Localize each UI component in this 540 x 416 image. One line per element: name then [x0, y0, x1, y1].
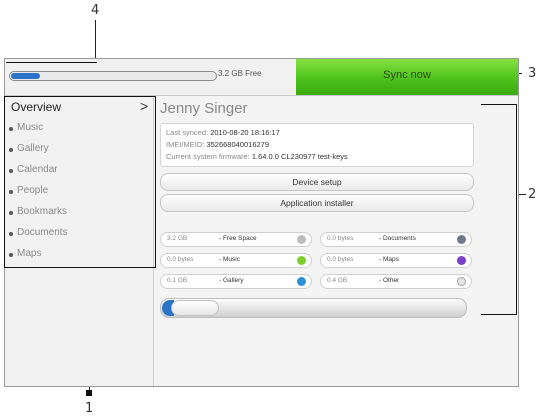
callout-dot-1 — [86, 390, 92, 396]
storage-item-label: - Other — [379, 277, 400, 284]
color-dot-icon — [297, 277, 306, 286]
storage-item-free-space: 3.2 GB - Free Space — [160, 232, 312, 247]
firmware-value: 1.64.0.0 CL230977 test-keys — [251, 152, 348, 161]
storage-item-size: 0.1 GB — [167, 277, 188, 284]
storage-item-size: 0.0 bytes — [327, 256, 354, 263]
device-setup-button[interactable]: Device setup — [160, 173, 474, 191]
total-storage-bar — [160, 298, 467, 318]
application-installer-button[interactable]: Application installer — [160, 194, 474, 212]
storage-item-label: - Music — [219, 256, 240, 263]
color-dot-icon — [457, 256, 466, 265]
callout-number-1: 1 — [85, 401, 94, 416]
last-synced-value: 2010-08-20 18:16:17 — [210, 128, 280, 137]
highlight-box-storage-bar — [6, 62, 97, 86]
storage-free-text: 3.2 GB Free — [218, 69, 262, 78]
device-info-box: Last synced: 2010-08-20 18:16:17 IMEI/ME… — [160, 123, 474, 167]
storage-item-size: 0.0 bytes — [327, 235, 354, 242]
highlight-box-sidebar — [4, 96, 156, 268]
sync-now-label: Sync now — [383, 69, 431, 81]
storage-item-maps: 0.0 bytes - Maps — [320, 253, 472, 268]
storage-item-size: 0.4 GB — [327, 277, 348, 284]
firmware-row: Current system firmware: 1.64.0.0 CL2309… — [166, 152, 348, 161]
storage-item-other: 0.4 GB - Other — [320, 274, 472, 289]
storage-item-gallery: 0.1 GB - Gallery — [160, 274, 312, 289]
callout-number-3: 3 — [528, 66, 537, 81]
storage-item-documents: 0.0 bytes - Documents — [320, 232, 472, 247]
callout-number-2: 2 — [528, 187, 537, 202]
firmware-label: Current system firmware: — [166, 152, 250, 161]
imei-value: 352668040016279 — [206, 140, 270, 149]
storage-item-label: - Maps — [379, 256, 399, 263]
total-storage-bar-knob — [171, 300, 219, 316]
color-dot-icon — [297, 235, 306, 244]
storage-item-size: 3.2 GB — [167, 235, 188, 242]
device-name: Jenny Singer — [160, 100, 248, 117]
storage-item-size: 0.0 bytes — [167, 256, 194, 263]
color-dot-icon — [297, 256, 306, 265]
highlight-box-overview-panel — [481, 104, 517, 315]
color-dot-icon — [457, 277, 466, 286]
storage-item-label: - Gallery — [219, 277, 244, 284]
imei-row: IMEI/MEID: 352668040016279 — [166, 140, 269, 149]
storage-item-label: - Documents — [379, 235, 416, 242]
sync-now-button[interactable]: Sync now — [296, 59, 518, 95]
last-synced-row: Last synced: 2010-08-20 18:16:17 — [166, 128, 280, 137]
last-synced-label: Last synced: — [166, 128, 209, 137]
color-dot-icon — [457, 235, 466, 244]
imei-label: IMEI/MEID: — [166, 140, 205, 149]
storage-item-label: - Free Space — [219, 235, 257, 242]
callout-number-4: 4 — [91, 3, 100, 18]
overview-panel: Jenny Singer Last synced: 2010-08-20 18:… — [154, 96, 518, 386]
storage-item-music: 0.0 bytes - Music — [160, 253, 312, 268]
